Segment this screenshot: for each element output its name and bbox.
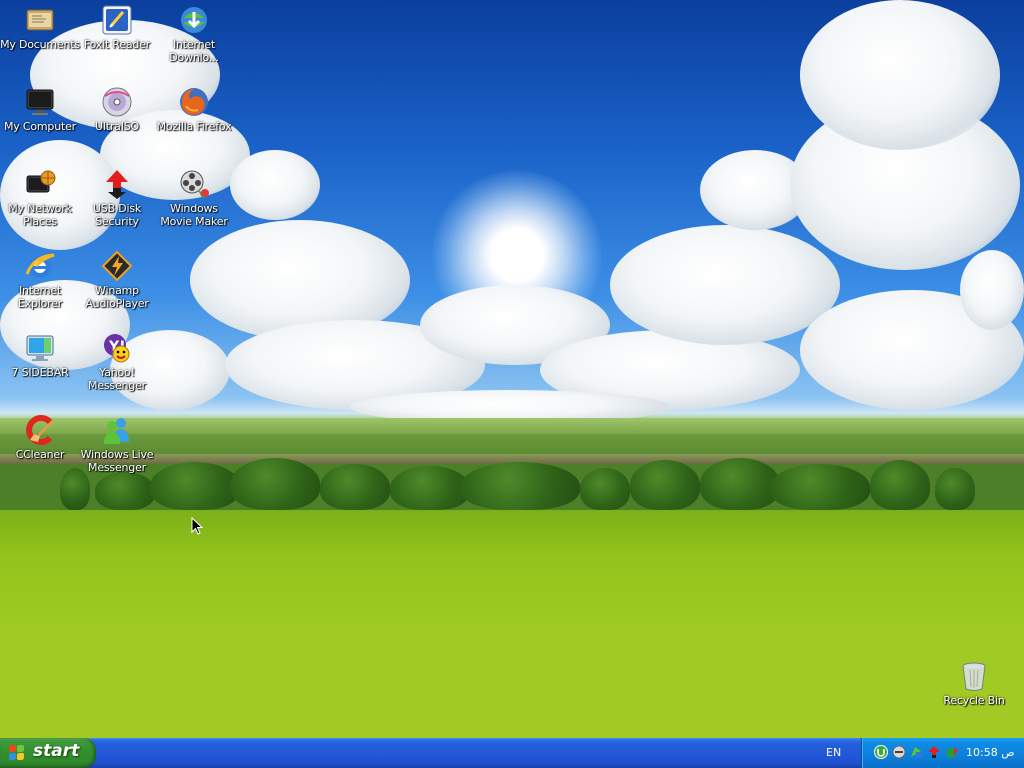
windows-logo-icon <box>9 744 26 762</box>
icon-label: CCleaner <box>15 448 65 461</box>
icon-label: UltraISO <box>95 120 139 133</box>
desktop-wallpaper: My Documents Foxit Reader Internet Downl… <box>0 0 1024 738</box>
icon-label: Yahoo! Messenger <box>88 366 146 392</box>
cloud <box>230 150 320 220</box>
icon-label: Recycle Bin <box>943 694 1005 707</box>
cloud <box>800 0 1000 150</box>
icon-label: USB Disk Security <box>92 202 142 228</box>
my-documents-icon <box>24 4 56 36</box>
start-label: start <box>33 741 80 761</box>
arrow-up-icon[interactable] <box>927 745 941 759</box>
desktop-icon-my-documents[interactable]: My Documents <box>0 4 80 51</box>
desktop-icon-winamp[interactable]: Winamp AudioPlayer <box>77 250 157 310</box>
desktop-icon-yahoo-messenger[interactable]: Y! Yahoo! Messenger <box>77 332 157 392</box>
desktop-icon-recycle-bin[interactable]: Recycle Bin <box>934 660 1014 707</box>
ultraiso-icon <box>101 86 133 118</box>
desktop-icon-usb-disk-security[interactable]: USB Disk Security <box>77 168 157 228</box>
firefox-icon <box>178 86 210 118</box>
desktop-icon-ccleaner[interactable]: CCleaner <box>0 414 80 461</box>
cloud <box>610 225 840 345</box>
cloud <box>960 250 1024 330</box>
grass-field <box>0 510 1024 738</box>
my-computer-icon <box>24 86 56 118</box>
desktop-icon-foxit-reader[interactable]: Foxit Reader <box>77 4 157 51</box>
live-messenger-icon <box>101 414 133 446</box>
system-tray: 10:58 ص <box>861 738 1024 768</box>
icon-label: Mozilla Firefox <box>156 120 232 133</box>
icon-label: Windows Movie Maker <box>160 202 228 228</box>
icon-label: Foxit Reader <box>83 38 151 51</box>
recycle-bin-icon <box>958 660 990 692</box>
movie-maker-icon <box>178 168 210 200</box>
icon-label: Windows Live Messenger <box>80 448 154 474</box>
icon-label: Winamp AudioPlayer <box>85 284 149 310</box>
language-indicator[interactable]: EN <box>826 746 841 759</box>
internet-explorer-icon <box>24 250 56 282</box>
internet-download-manager-icon <box>178 4 210 36</box>
foxit-reader-icon <box>101 4 133 36</box>
desktop-icon-windows-live-messenger[interactable]: Windows Live Messenger <box>77 414 157 474</box>
desktop-icon-my-network-places[interactable]: My Network Places <box>0 168 80 228</box>
utorrent-icon[interactable] <box>874 745 888 759</box>
desktop-icon-ultraiso[interactable]: UltraISO <box>77 86 157 133</box>
winamp-icon <box>101 250 133 282</box>
mouse-cursor-icon <box>191 517 203 535</box>
desktop-icon-7-sidebar[interactable]: 7 SIDEBAR <box>0 332 80 379</box>
desktop-icon-my-computer[interactable]: My Computer <box>0 86 80 133</box>
clock[interactable]: 10:58 ص <box>966 746 1015 759</box>
taskbar: start EN 10:58 ص <box>0 738 1024 768</box>
icon-label: Internet Explorer <box>17 284 63 310</box>
yahoo-messenger-icon: Y! <box>101 332 133 364</box>
desktop-icon-windows-movie-maker[interactable]: Windows Movie Maker <box>154 168 234 228</box>
icon-label: My Network Places <box>8 202 72 228</box>
icon-label: My Computer <box>4 120 76 133</box>
usb-disk-security-icon <box>101 168 133 200</box>
network-places-icon <box>24 168 56 200</box>
desktop-icon-mozilla-firefox[interactable]: Mozilla Firefox <box>154 86 234 133</box>
sidebar-icon <box>24 332 56 364</box>
security-icon[interactable] <box>945 745 959 759</box>
desktop-icon-internet-download-manager[interactable]: Internet Downlo... <box>154 4 234 64</box>
start-button[interactable]: start <box>0 738 96 768</box>
network-icon[interactable] <box>892 745 906 759</box>
icon-label: 7 SIDEBAR <box>11 366 69 379</box>
usb-icon[interactable] <box>909 745 923 759</box>
ccleaner-icon <box>24 414 56 446</box>
icon-label: Internet Downlo... <box>169 38 219 64</box>
desktop-icon-internet-explorer[interactable]: Internet Explorer <box>0 250 80 310</box>
icon-label: My Documents <box>0 38 80 51</box>
